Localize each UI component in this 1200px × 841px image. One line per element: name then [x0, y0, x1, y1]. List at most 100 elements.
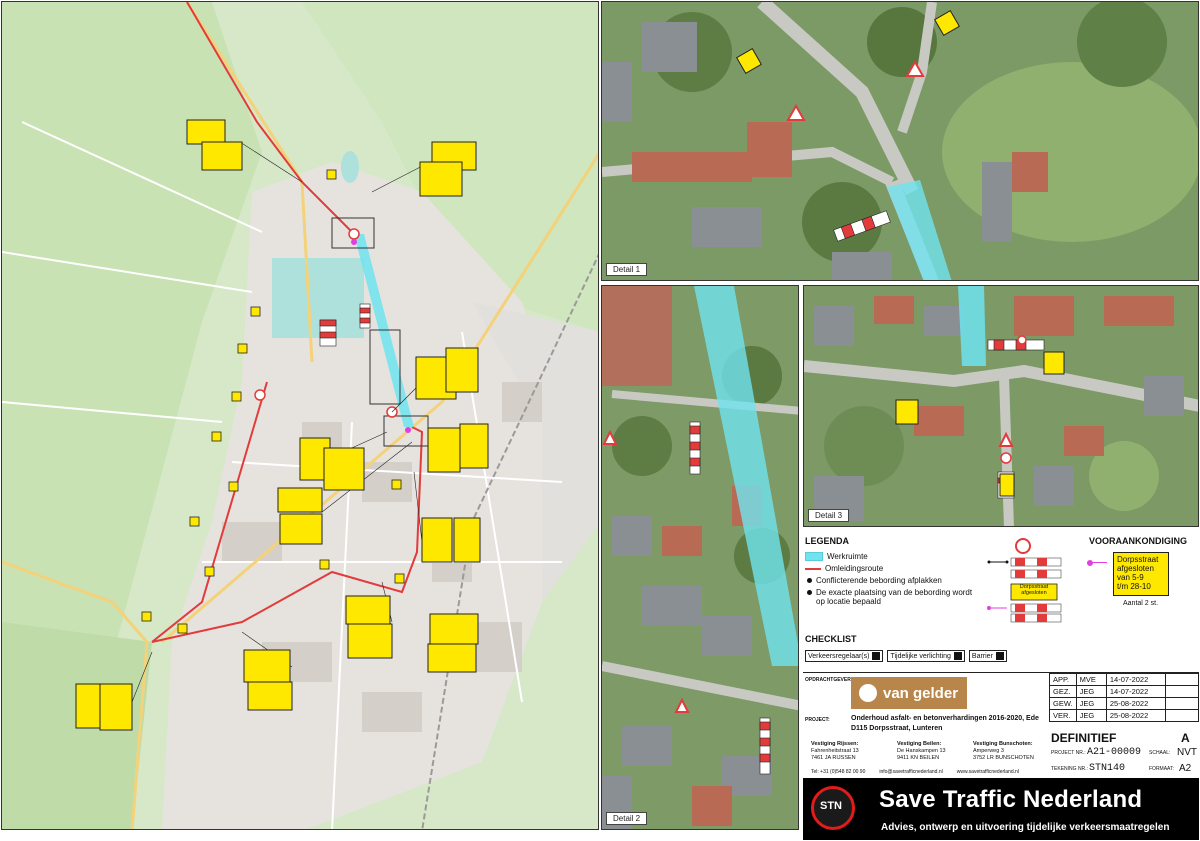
- rev-name: JEG: [1075, 709, 1107, 722]
- schaal-label: SCHAAL:: [1149, 750, 1171, 756]
- checklist-item[interactable]: Verkeersregelaar(s): [805, 650, 884, 662]
- legend-label: Omleidingsroute: [825, 564, 884, 573]
- brand-name: Save Traffic Nederland: [879, 786, 1143, 813]
- project-line-1: Onderhoud asfalt- en betonverhardingen 2…: [851, 715, 1039, 722]
- contact-row: Tel: +31 (0)548 82 00 90 info@savetraffi…: [811, 769, 1019, 775]
- checklist-title: CHECKLIST: [805, 634, 857, 644]
- vestiging-name: Vestiging Beilen:: [897, 741, 942, 747]
- rev-date: 14-07-2022: [1105, 685, 1167, 698]
- checkbox-icon[interactable]: [953, 652, 962, 660]
- opdrachtgever-label: OPDRACHTGEVER:: [805, 677, 853, 683]
- website[interactable]: www.savetrafficnederland.nl: [957, 769, 1019, 775]
- rev-label: GEW.: [1049, 697, 1077, 710]
- checklist-label: Verkeersregelaar(s): [808, 652, 870, 660]
- rev-label: APP.: [1049, 673, 1077, 686]
- legend-symbols: [987, 538, 1062, 623]
- rev-date: 25-08-2022: [1105, 709, 1167, 722]
- rev-label: GEZ.: [1049, 685, 1077, 698]
- detail-2-label: Detail 2: [606, 812, 648, 825]
- detail-3-map[interactable]: Detail 3: [803, 285, 1199, 527]
- checkbox-icon[interactable]: [872, 652, 881, 660]
- checklist-item[interactable]: Tijdelijke verlichting: [887, 650, 965, 662]
- project-line-2: D115 Dorpsstraat, Lunteren: [851, 725, 943, 732]
- email[interactable]: info@savetrafficnederland.nl: [879, 769, 942, 775]
- vestiging-addr: Fahrenheitstraat 13: [811, 748, 859, 754]
- stn-logo: STN: [811, 786, 855, 830]
- checklist-item[interactable]: Barrier: [968, 650, 1007, 662]
- client-name: van gelder: [883, 684, 959, 702]
- title-block: OPDRACHTGEVER: van gelder PROJECT: Onder…: [803, 672, 1199, 779]
- legend-label: De exacte plaatsing van de bebording wor…: [816, 588, 973, 606]
- vestiging-beilen: Vestiging Beilen: De Hanskampen 13 9411 …: [897, 741, 946, 762]
- detail-2-map[interactable]: Detail 2: [601, 285, 799, 830]
- bullet-icon: [807, 578, 812, 583]
- checkbox-icon[interactable]: [995, 652, 1004, 660]
- detail-3-label: Detail 3: [808, 509, 850, 522]
- detail-1-canvas: [602, 2, 1198, 280]
- vooraankondiging-sign: Dorpsstraat afgesloten van 5-9 t/m 28-10: [1113, 552, 1169, 596]
- rev-label: VER.: [1049, 709, 1077, 722]
- marker-line: [1093, 562, 1107, 563]
- rev-name: MVE: [1075, 673, 1107, 686]
- legend-item-workzone: Werkruimte: [805, 552, 868, 561]
- checklist-label: Tijdelijke verlichting: [890, 652, 951, 660]
- rev-date: 25-08-2022: [1105, 697, 1167, 710]
- logo-text: STN: [820, 800, 842, 812]
- revision-table: APP. MVE 14-07-2022 GEZ. JEG 14-07-2022 GEW.…: [1049, 673, 1199, 722]
- vestiging-addr: De Hanskampen 13: [897, 748, 946, 754]
- legend-item-detour: Omleidingsroute: [805, 564, 883, 573]
- legend-item-placement: De exacte plaatsing van de bebording wor…: [807, 588, 977, 606]
- revision-letter: A: [1181, 731, 1190, 745]
- tekening: STN140: [1089, 763, 1126, 774]
- workzone-swatch: [805, 552, 823, 561]
- sign-line-4: t/m 28-10: [1117, 582, 1151, 591]
- formaat-label: FORMAAT:: [1149, 766, 1174, 772]
- detour-swatch: [805, 567, 821, 570]
- overview-map[interactable]: [1, 1, 599, 830]
- detail-2-canvas: [602, 286, 798, 829]
- rev-date: 14-07-2022: [1105, 673, 1167, 686]
- vestiging-rijssen: Vestiging Rijssen: Fahrenheitstraat 13 7…: [811, 741, 859, 762]
- vestiging-addr: Amperweg 3: [973, 748, 1004, 754]
- vestiging-city: 7461 JA RIJSSEN: [811, 755, 856, 761]
- bullet-icon: [807, 590, 812, 595]
- sign-line-1: Dorpsstraat: [1117, 555, 1159, 564]
- vestiging-city: 9411 KN BEILEN: [897, 755, 940, 761]
- schaal: NVT: [1177, 747, 1197, 758]
- rev-name: JEG: [1075, 697, 1107, 710]
- sign-line-2: afgesloten: [1117, 564, 1154, 573]
- formaat: A2: [1179, 763, 1192, 774]
- vooraankondiging-title: VOORAANKONDIGING: [1089, 536, 1188, 546]
- detail-3-canvas: [804, 286, 1198, 526]
- rev-sign: [1165, 697, 1199, 710]
- checklist-label: Barrier: [971, 652, 993, 660]
- rev-sign: [1165, 685, 1199, 698]
- legend-label: Werkruimte: [827, 552, 868, 561]
- vestiging-name: Vestiging Rijssen:: [811, 741, 859, 747]
- overview-map-canvas: [2, 2, 598, 829]
- legend-item-conflict: Conflicterende bebording afplakken: [807, 576, 942, 585]
- rev-sign: [1165, 709, 1199, 722]
- checklist-row: Verkeersregelaar(s) Tijdelijke verlichti…: [805, 650, 1007, 662]
- marker-icon: [1087, 560, 1093, 566]
- sign-count: Aantal 2 st.: [1123, 600, 1159, 607]
- rev-name: JEG: [1075, 685, 1107, 698]
- project-label: PROJECT:: [805, 717, 830, 723]
- vestiging-bunschoten: Vestiging Bunschoten: Amperweg 3 3752 LR…: [973, 741, 1034, 762]
- rev-sign: [1165, 673, 1199, 686]
- vestiging-name: Vestiging Bunschoten:: [973, 741, 1033, 747]
- brand-bar: STN Save Traffic Nederland Advies, ontwe…: [803, 778, 1199, 840]
- legend-sign-text: Dorpsstraat afgesloten: [1019, 584, 1049, 596]
- project-nr-label: PROJECT NR.:: [1051, 750, 1086, 756]
- legend-label: Conflicterende bebording afplakken: [816, 576, 942, 585]
- brand-tagline: Advies, ontwerp en uitvoering tijdelijke…: [881, 822, 1170, 833]
- tekening-label: TEKENING NR.:: [1051, 766, 1088, 772]
- legend-title: LEGENDA: [805, 536, 850, 546]
- project-nr: A21-00009: [1087, 747, 1142, 758]
- client-logo: van gelder: [851, 677, 967, 709]
- phone: Tel: +31 (0)548 82 00 90: [811, 769, 866, 775]
- detail-1-label: Detail 1: [606, 263, 648, 276]
- detail-1-map[interactable]: Detail 1: [601, 1, 1199, 281]
- vestiging-city: 3752 LR BUNSCHOTEN: [973, 755, 1034, 761]
- status: DEFINITIEF: [1051, 731, 1117, 745]
